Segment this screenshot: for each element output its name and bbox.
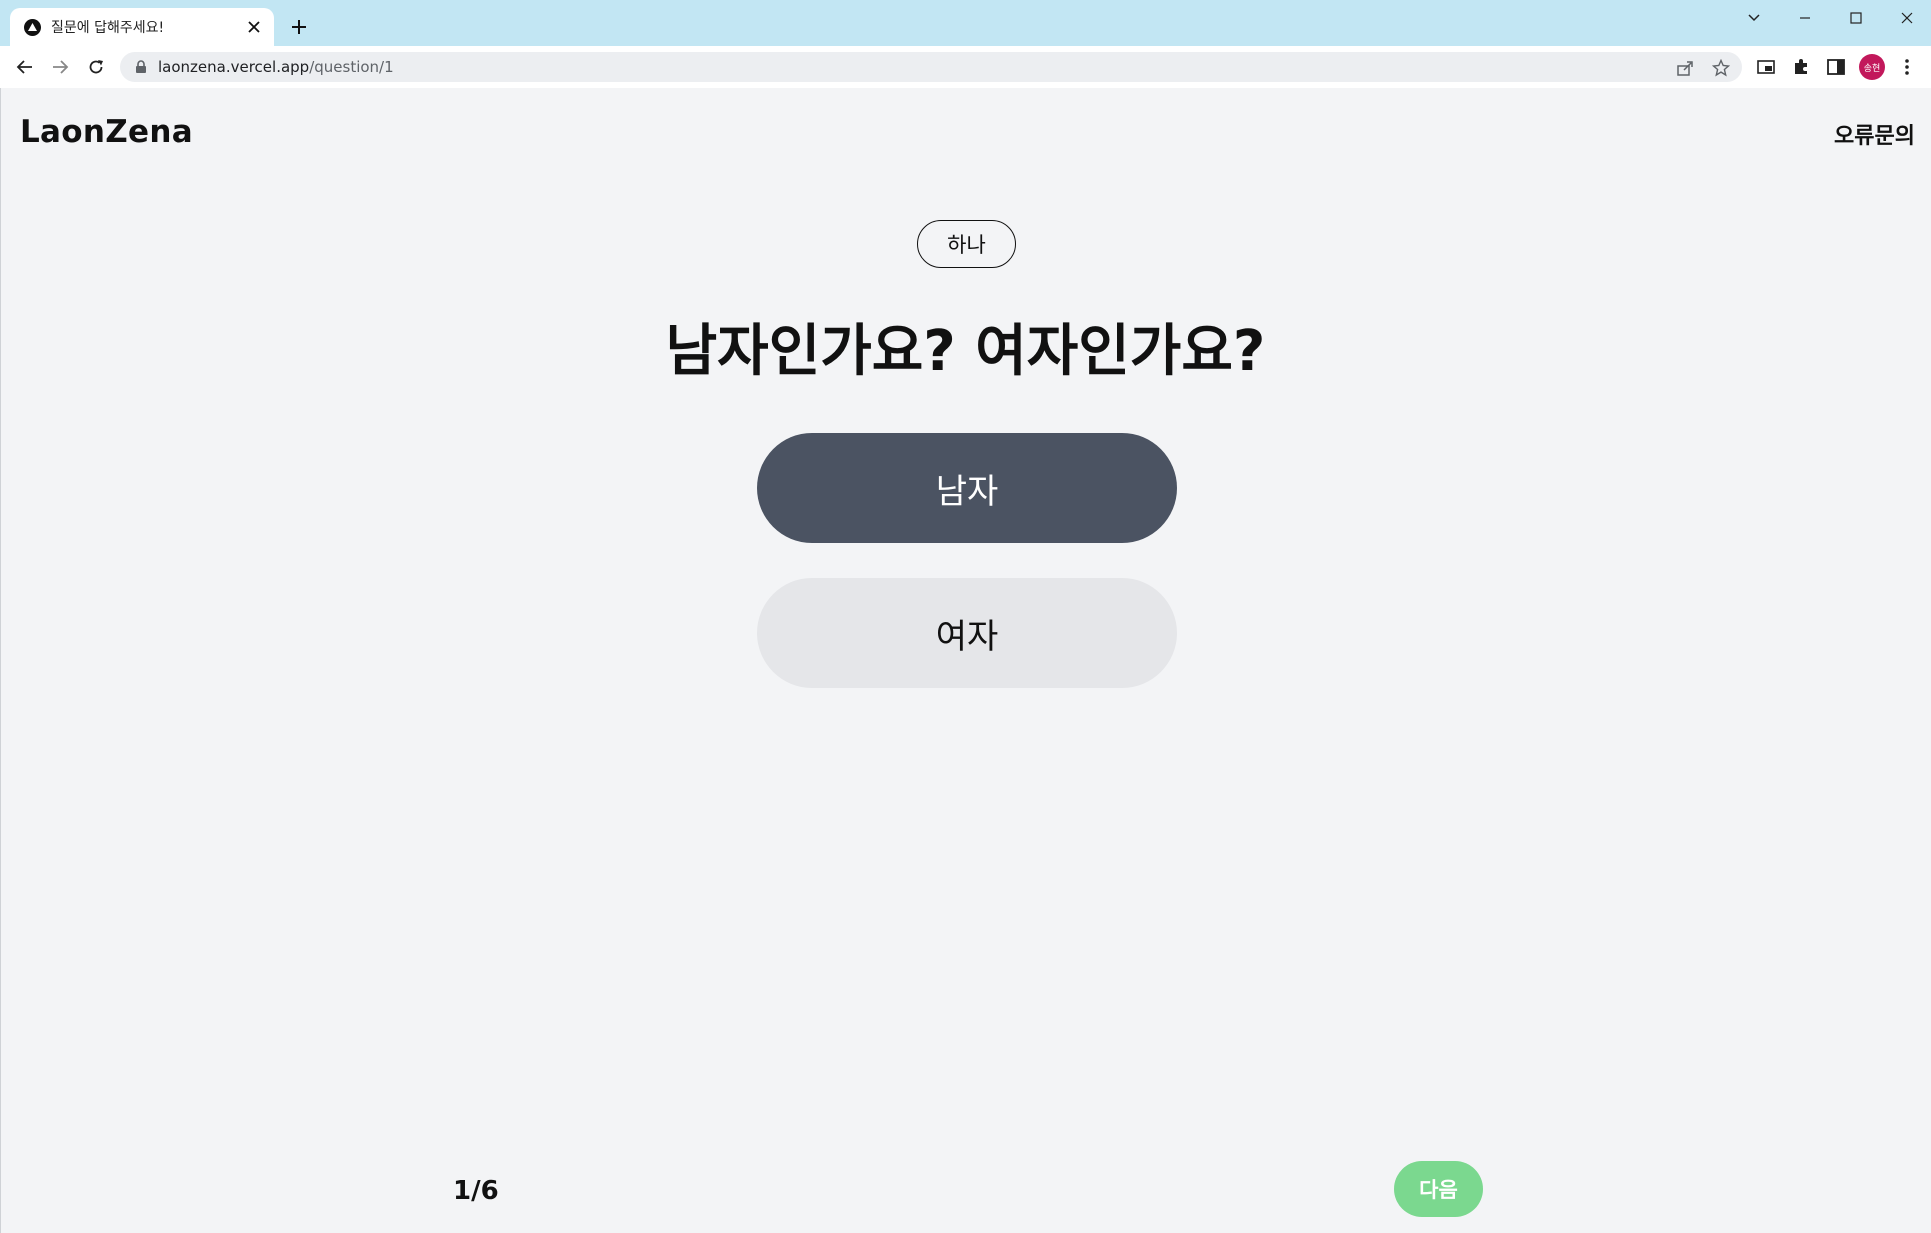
side-panel-icon[interactable] [1824, 55, 1848, 79]
question-title: 남자인가요? 여자인가요? [665, 319, 1266, 384]
kebab-menu-icon[interactable] [1895, 55, 1919, 79]
minimize-icon[interactable] [1783, 4, 1827, 32]
url-text: laonzena.vercel.app/question/1 [158, 58, 394, 76]
url-host: laonzena.vercel.app [158, 58, 310, 76]
url-path: /question/1 [309, 58, 394, 76]
forward-arrow-icon[interactable] [46, 53, 74, 81]
window-border [0, 88, 1, 1233]
share-icon[interactable] [1674, 57, 1696, 79]
browser-tab-active[interactable]: 질문에 답해주세요! [10, 8, 274, 46]
tab-search-chevron-icon[interactable] [1732, 4, 1776, 32]
tab-strip: 질문에 답해주세요! [0, 0, 1931, 46]
close-tab-icon[interactable] [244, 17, 264, 37]
reload-icon[interactable] [82, 53, 110, 81]
option-male-button[interactable]: 남자 [757, 433, 1177, 543]
next-button[interactable]: 다음 [1394, 1161, 1483, 1217]
tab-title: 질문에 답해주세요! [51, 20, 165, 36]
progress-indicator: 1/6 [453, 1176, 499, 1206]
lock-icon[interactable] [134, 59, 148, 75]
back-arrow-icon[interactable] [11, 53, 39, 81]
bookmark-star-icon[interactable] [1710, 57, 1732, 79]
new-tab-plus-icon[interactable] [286, 14, 312, 40]
close-window-icon[interactable] [1885, 4, 1929, 32]
brand-logo-text[interactable]: LaonZena [20, 114, 193, 150]
profile-avatar[interactable]: 송현 [1859, 54, 1885, 80]
error-report-link[interactable]: 오류문의 [1834, 118, 1915, 150]
picture-in-picture-icon[interactable] [1754, 55, 1778, 79]
address-bar[interactable]: laonzena.vercel.app/question/1 [120, 52, 1742, 82]
browser-window: 질문에 답해주세요! laonzena.vercel.app/question/… [0, 0, 1931, 1233]
triangle-logo-icon [24, 18, 41, 36]
page-content: LaonZena 오류문의 하나 남자인가요? 여자인가요? 남자 여자 1/6… [0, 88, 1931, 1233]
browser-toolbar: laonzena.vercel.app/question/1 송현 [0, 46, 1931, 89]
question-number-badge: 하나 [917, 220, 1016, 268]
extensions-puzzle-icon[interactable] [1789, 55, 1813, 79]
maximize-icon[interactable] [1834, 4, 1878, 32]
option-female-button[interactable]: 여자 [757, 578, 1177, 688]
